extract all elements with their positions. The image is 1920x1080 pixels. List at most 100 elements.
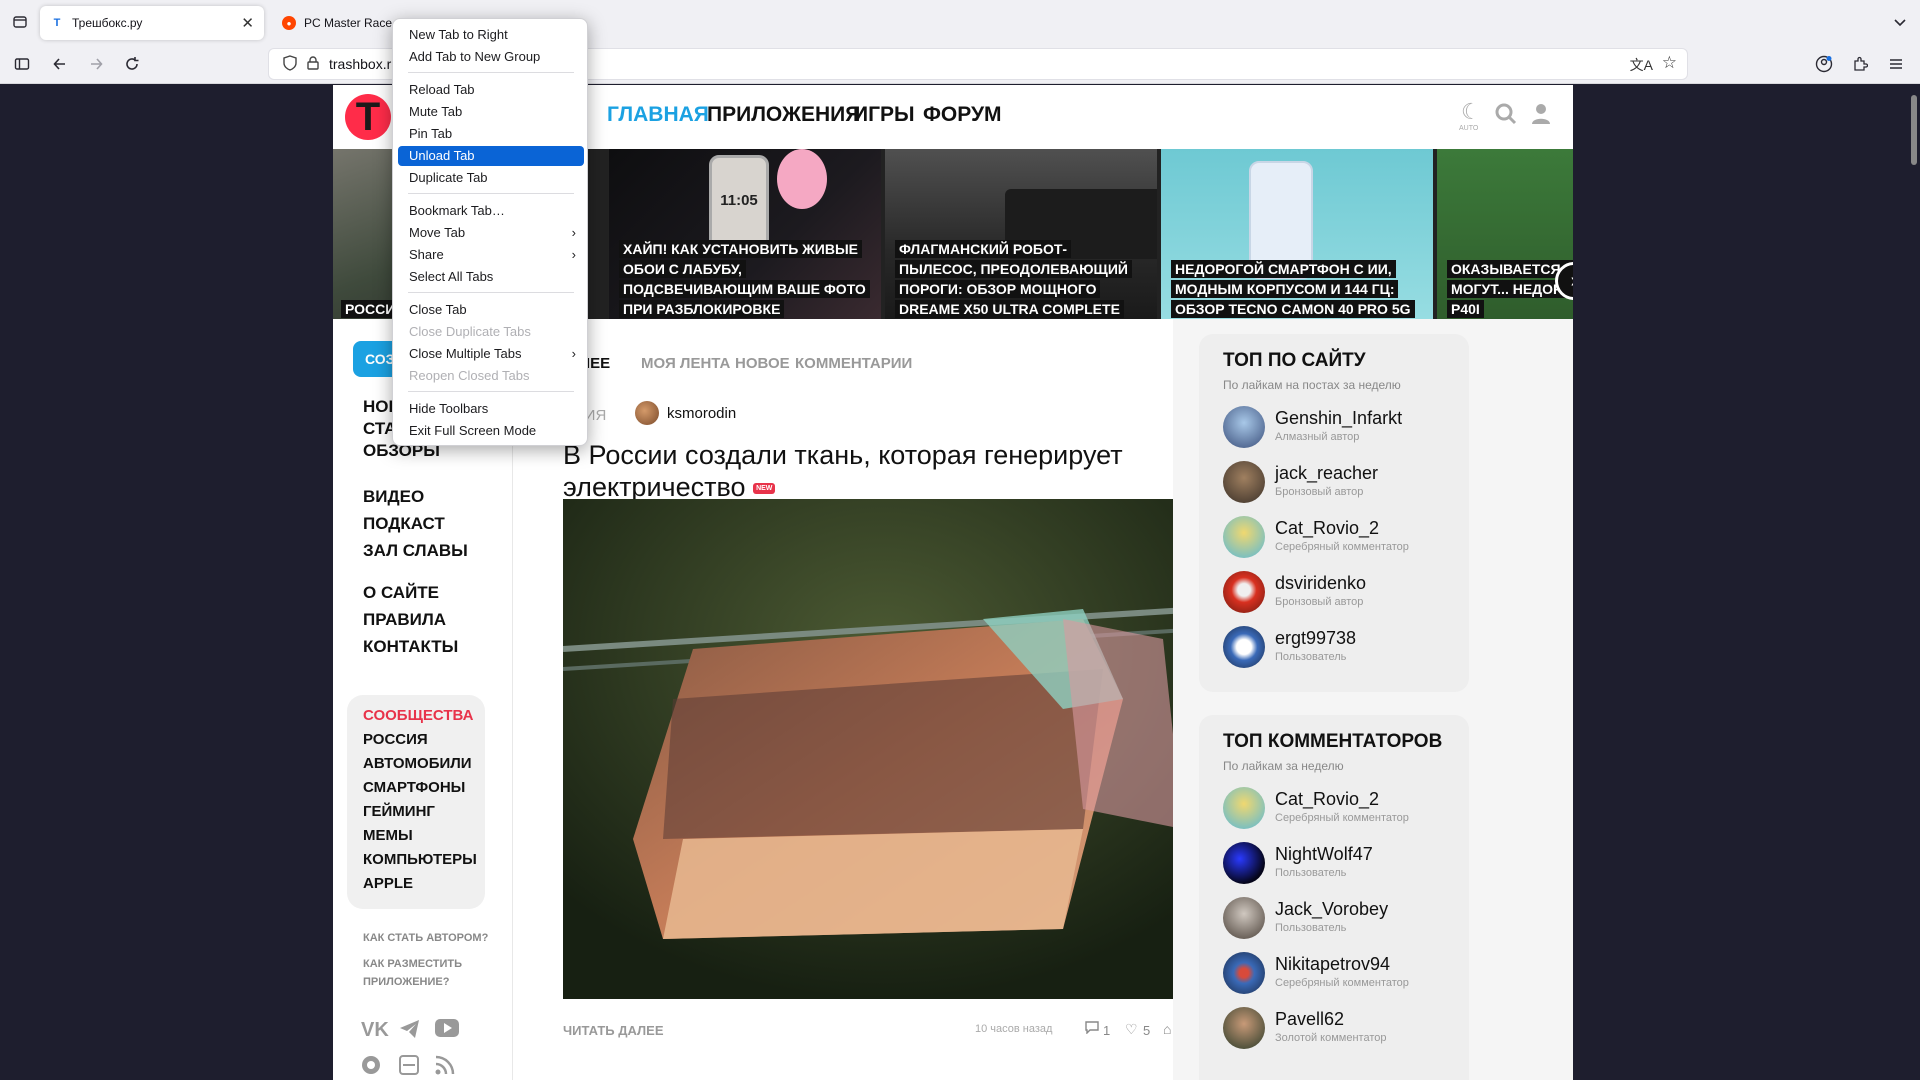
tab-new[interactable]: НОВОЕ bbox=[735, 355, 790, 372]
menu-item-select-all-tabs[interactable]: Select All Tabs bbox=[398, 267, 584, 287]
nav-games[interactable]: ИГРЫ bbox=[853, 103, 915, 127]
menu-icon[interactable] bbox=[1882, 50, 1910, 78]
translate-icon[interactable]: 文A bbox=[1630, 55, 1653, 75]
community-link[interactable]: СМАРТФОНЫ bbox=[363, 779, 465, 796]
list-item[interactable]: NightWolf47 Пользователь bbox=[1223, 842, 1463, 886]
list-item[interactable]: Genshin_Infarkt Алмазный автор bbox=[1223, 406, 1463, 450]
menu-item-exit-fullscreen[interactable]: Exit Full Screen Mode bbox=[398, 421, 584, 441]
community-link[interactable]: МЕМЫ bbox=[363, 827, 413, 844]
list-item[interactable]: Jack_Vorobey Пользователь bbox=[1223, 897, 1463, 941]
user-name: jack_reacher bbox=[1275, 463, 1379, 483]
menu-item-share[interactable]: Share › bbox=[398, 245, 584, 265]
list-item[interactable]: dsviridenko Бронзовый автор bbox=[1223, 571, 1463, 615]
menu-item-pin-tab[interactable]: Pin Tab bbox=[398, 124, 584, 144]
user-name: Jack_Vorobey bbox=[1275, 899, 1389, 919]
community-link[interactable]: APPLE bbox=[363, 875, 413, 892]
back-icon[interactable] bbox=[46, 50, 74, 78]
community-link[interactable]: РОССИЯ bbox=[363, 731, 428, 748]
slide-card[interactable]: ФЛАГМАНСКИЙ РОБОТ-ПЫЛЕСОС, ПРЕОДОЛЕВАЮЩИ… bbox=[885, 149, 1157, 319]
menu-item-add-tab-group[interactable]: Add Tab to New Group bbox=[398, 47, 584, 67]
nav-main[interactable]: ГЛАВНАЯ bbox=[607, 103, 709, 127]
menu-item-close-tab[interactable]: Close Tab bbox=[398, 300, 584, 320]
menu-item-duplicate-tab[interactable]: Duplicate Tab bbox=[398, 168, 584, 188]
community-link[interactable]: ГЕЙМИНГ bbox=[363, 803, 435, 820]
post-author[interactable]: ksmorodin bbox=[667, 405, 736, 422]
trashbox-logo[interactable]: T bbox=[345, 94, 391, 140]
slide-card[interactable]: 11:05 ХАЙП! КАК УСТАНОВИТЬ ЖИВЫЕ ОБОИ С … bbox=[609, 149, 881, 319]
reload-icon[interactable] bbox=[118, 50, 146, 78]
slide-card[interactable]: НЕДОРОГОЙ СМАРТФОН С ИИ, МОДНЫМ КОРПУСОМ… bbox=[1161, 149, 1433, 319]
url-text[interactable]: trashbox.r bbox=[329, 56, 391, 72]
forward-icon[interactable] bbox=[82, 50, 110, 78]
vk-icon[interactable]: VK bbox=[361, 1019, 389, 1042]
extensions-icon[interactable] bbox=[1846, 50, 1874, 78]
menu-item-move-tab[interactable]: Move Tab › bbox=[398, 223, 584, 243]
community-link[interactable]: АВТОМОБИЛИ bbox=[363, 755, 472, 772]
chevron-right-icon: › bbox=[571, 247, 576, 262]
tab-list-icon[interactable] bbox=[6, 8, 34, 36]
become-author-link[interactable]: КАК СТАТЬ АВТОРОМ? bbox=[363, 929, 488, 947]
chevron-down-icon[interactable] bbox=[1886, 8, 1914, 36]
place-app-link[interactable]: КАК РАЗМЕСТИТЬ ПРИЛОЖЕНИЕ? bbox=[363, 955, 462, 991]
new-badge: NEW bbox=[753, 483, 776, 495]
account-icon[interactable] bbox=[1810, 50, 1838, 78]
trashbox-favicon-icon: T bbox=[53, 17, 61, 29]
avatar[interactable] bbox=[635, 401, 659, 425]
sidebar-item-video[interactable]: ВИДЕО bbox=[363, 487, 424, 507]
comment-icon[interactable] bbox=[1085, 1021, 1099, 1037]
post-title-text: В России создали ткань, которая генериру… bbox=[563, 440, 1123, 502]
menu-separator bbox=[408, 193, 574, 194]
list-item[interactable]: Cat_Rovio_2 Серебряный комментатор bbox=[1223, 787, 1463, 831]
theme-moon-icon[interactable]: ☾ bbox=[1461, 99, 1481, 125]
avatar bbox=[1223, 897, 1265, 939]
communities-title[interactable]: СООБЩЕСТВА bbox=[363, 707, 473, 724]
sidebar-item-podcast[interactable]: ПОДКАСТ bbox=[363, 514, 445, 534]
menu-item-bookmark-tab[interactable]: Bookmark Tab… bbox=[398, 201, 584, 221]
menu-item-close-multiple-tabs[interactable]: Close Multiple Tabs › bbox=[398, 344, 584, 364]
menu-item-reload-tab[interactable]: Reload Tab bbox=[398, 80, 584, 100]
avatar bbox=[1223, 626, 1265, 668]
sidebar-item-hall-of-fame[interactable]: ЗАЛ СЛАВЫ bbox=[363, 541, 468, 561]
sidebar-icon[interactable] bbox=[8, 50, 36, 78]
community-link[interactable]: КОМПЬЮТЕРЫ bbox=[363, 851, 477, 868]
nav-forum[interactable]: ФОРУМ bbox=[923, 103, 1002, 127]
search-icon[interactable] bbox=[1495, 103, 1517, 131]
scrollbar-thumb[interactable] bbox=[1911, 95, 1917, 165]
slide-card[interactable]: ОКАЗЫВАЕТСЯ, КАЧ... НАУШНИКИ МОГУТ... НЕ… bbox=[1437, 149, 1573, 319]
tab-trashbox[interactable]: T Трешбокс.ру ✕ bbox=[40, 6, 264, 40]
read-more-link[interactable]: ЧИТАТЬ ДАЛЕЕ bbox=[563, 1023, 664, 1038]
post-title[interactable]: В России создали ткань, которая генериру… bbox=[563, 439, 1183, 503]
menu-item-hide-toolbars[interactable]: Hide Toolbars bbox=[398, 399, 584, 419]
sidebar-item-rules[interactable]: ПРАВИЛА bbox=[363, 610, 446, 630]
repost-icon[interactable]: ⌂ bbox=[1163, 1021, 1171, 1037]
list-item[interactable]: ergt99738 Пользователь bbox=[1223, 626, 1463, 670]
user-profile-icon[interactable] bbox=[1531, 103, 1551, 131]
menu-item-new-tab-right[interactable]: New Tab to Right bbox=[398, 25, 584, 45]
tab-comments[interactable]: КОММЕНТАРИИ bbox=[795, 355, 912, 372]
sidebar-item-contacts[interactable]: КОНТАКТЫ bbox=[363, 637, 458, 657]
list-item[interactable]: Nikitapetrov94 Серебряный комментатор bbox=[1223, 952, 1463, 996]
user-name: Cat_Rovio_2 bbox=[1275, 789, 1380, 809]
page-scrollbar[interactable] bbox=[1908, 85, 1920, 1080]
bookmark-star-icon[interactable]: ☆ bbox=[1662, 53, 1677, 73]
like-icon[interactable]: ♡ bbox=[1125, 1021, 1138, 1038]
close-tab-icon[interactable]: ✕ bbox=[241, 14, 254, 32]
telegram-icon[interactable] bbox=[399, 1019, 421, 1045]
nav-apps[interactable]: ПРИЛОЖЕНИЯ bbox=[707, 103, 860, 127]
openai-icon[interactable] bbox=[361, 1055, 381, 1080]
lock-icon[interactable] bbox=[307, 55, 319, 73]
post-image[interactable] bbox=[563, 499, 1203, 999]
reddit-favicon-icon: ● bbox=[282, 16, 296, 30]
tab-my-feed[interactable]: МОЯ ЛЕНТА bbox=[641, 355, 730, 372]
youtube-icon[interactable] bbox=[435, 1019, 459, 1043]
dzen-icon[interactable] bbox=[399, 1055, 419, 1078]
menu-item-mute-tab[interactable]: Mute Tab bbox=[398, 102, 584, 122]
avatar bbox=[1223, 571, 1265, 613]
list-item[interactable]: jack_reacher Бронзовый автор bbox=[1223, 461, 1463, 505]
menu-item-unload-tab[interactable]: Unload Tab bbox=[398, 146, 584, 166]
rss-icon[interactable] bbox=[435, 1055, 455, 1080]
list-item[interactable]: Cat_Rovio_2 Серебряный комментатор bbox=[1223, 516, 1463, 560]
list-item[interactable]: Pavell62 Золотой комментатор bbox=[1223, 1007, 1463, 1051]
sidebar-item-about[interactable]: О САЙТЕ bbox=[363, 583, 439, 603]
shield-icon[interactable] bbox=[283, 54, 297, 74]
